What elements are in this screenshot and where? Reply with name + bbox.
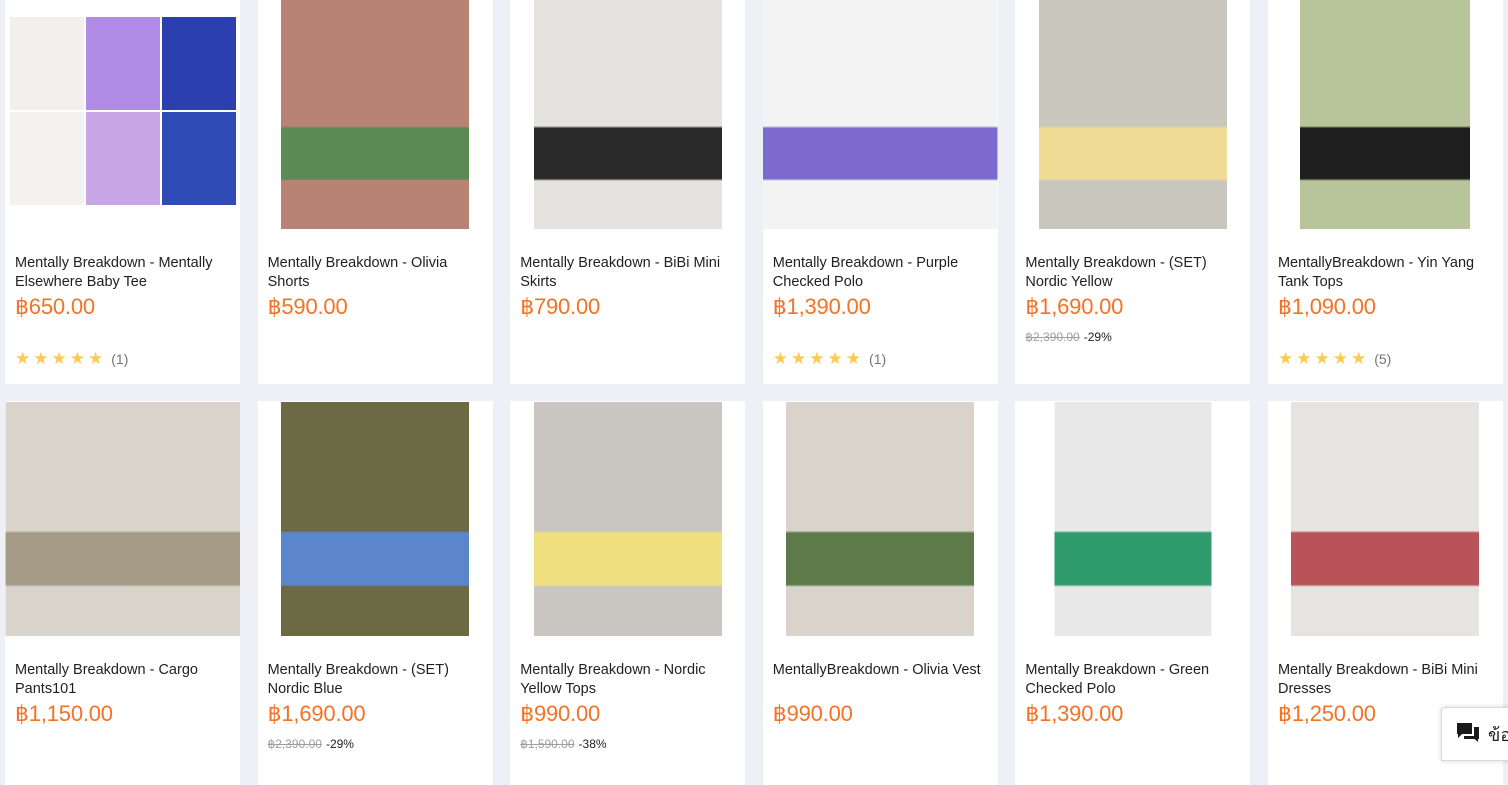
star-icon: ★ [1332,349,1348,368]
chat-bubbles-icon [1457,723,1479,742]
star-icon: ★ [1350,349,1367,368]
original-price: ฿1,590.00 [520,737,575,751]
product-title[interactable]: Mentally Breakdown - Cargo Pants101 [15,661,232,699]
product-image[interactable] [257,0,493,229]
product-price: ฿790.00 [520,294,601,319]
product-image[interactable] [762,0,998,229]
product-price: ฿1,690.00 [1025,294,1124,319]
review-count: (1) [111,351,129,367]
product-title[interactable]: MentallyBreakdown - Olivia Vest [773,661,990,680]
product-title[interactable]: MentallyBreakdown - Yin Yang Tank Tops [1278,254,1495,292]
star-icon: ★ [15,349,31,368]
original-price-row: ฿2,390.00 -29% [268,737,354,751]
original-price: ฿2,390.00 [1025,330,1080,344]
product-card[interactable]: Mentally Breakdown - Purple Checked Polo… [762,0,998,384]
product-card[interactable]: MentallyBreakdown - Yin Yang Tank Tops ฿1… [1267,0,1503,384]
product-image[interactable] [1267,402,1503,636]
product-card[interactable]: Mentally Breakdown - Green Checked Polo ฿… [1015,401,1251,785]
star-icon: ★ [69,349,85,368]
chat-label: ข้อ [1488,725,1508,745]
product-card[interactable]: Mentally Breakdown - (SET) Nordic Yellow… [1015,0,1251,384]
product-title[interactable]: Mentally Breakdown - Purple Checked Polo [773,254,990,292]
product-title[interactable]: Mentally Breakdown - Nordic Yellow Tops [520,661,737,699]
product-price: ฿1,150.00 [15,701,113,726]
product-price: ฿1,390.00 [772,294,871,319]
product-title[interactable]: Mentally Breakdown - Olivia Shorts [268,254,485,292]
product-title[interactable]: Mentally Breakdown - (SET) Nordic Blue [268,661,485,699]
original-price-row: ฿2,390.00 -29% [1025,330,1111,344]
product-price: ฿1,690.00 [267,701,366,726]
product-card[interactable]: Mentally Breakdown - Olivia Shorts ฿590.0… [257,0,493,384]
star-icon: ★ [809,349,825,368]
product-image[interactable] [510,0,746,229]
star-icon: ★ [88,349,104,368]
star-icon: ★ [51,349,67,368]
product-image[interactable] [5,402,240,636]
product-card[interactable]: Mentally Breakdown - Mentally Elsewhere … [5,0,240,384]
product-price: ฿1,250.00 [1277,701,1376,726]
product-card[interactable]: Mentally Breakdown - Nordic Yellow Tops ฿… [510,401,746,785]
original-price: ฿2,390.00 [267,737,322,751]
product-price: ฿590.00 [267,294,348,319]
review-count: (1) [869,351,887,367]
chat-widget[interactable]: ข้อ [1441,707,1508,761]
product-price: ฿1,090.00 [1277,294,1376,319]
product-price: ฿990.00 [772,701,853,726]
product-card[interactable]: Mentally Breakdown - BiBi Mini Skirts ฿79… [510,0,746,384]
product-image[interactable] [510,402,746,636]
star-icon: ★ [845,349,862,368]
star-icon: ★ [33,349,49,368]
star-icon: ★ [1314,349,1330,368]
product-title[interactable]: Mentally Breakdown - Mentally Elsewhere … [15,254,232,292]
discount-percent: -29% [325,737,354,751]
original-price-row: ฿1,590.00 -38% [520,737,606,751]
star-icon: ★ [791,349,807,368]
product-card[interactable]: MentallyBreakdown - Olivia Vest ฿990.00 [762,401,998,785]
product-title[interactable]: Mentally Breakdown - BiBi Mini Skirts [520,254,737,292]
product-image[interactable] [1015,0,1251,229]
product-image[interactable] [5,0,240,229]
product-image[interactable] [257,402,493,636]
product-image[interactable] [1015,402,1251,636]
product-price: ฿650.00 [15,294,95,319]
product-grid: Mentally Breakdown - Mentally Elsewhere … [5,0,1503,785]
product-title[interactable]: Mentally Breakdown - (SET) Nordic Yellow [1025,254,1242,292]
product-price: ฿1,390.00 [1025,701,1124,726]
star-icon: ★ [1277,349,1294,368]
product-title[interactable]: Mentally Breakdown - Green Checked Polo [1025,661,1242,699]
product-title[interactable]: Mentally Breakdown - BiBi Mini Dresses [1278,661,1495,699]
product-price: ฿990.00 [520,701,601,726]
star-icon: ★ [827,349,843,368]
product-image[interactable] [1267,0,1503,229]
discount-percent: -29% [1083,330,1112,344]
rating: ★ ★ ★ ★ ★ (1) [15,349,128,369]
rating: ★ ★ ★ ★ ★ (5) [1278,349,1391,369]
product-card[interactable]: Mentally Breakdown - Cargo Pants101 ฿1,15… [5,401,240,785]
star-icon: ★ [1296,349,1312,368]
rating: ★ ★ ★ ★ ★ (1) [773,349,886,369]
review-count: (5) [1374,351,1392,367]
discount-percent: -38% [578,737,607,751]
product-image[interactable] [762,402,998,636]
star-icon: ★ [772,349,789,368]
product-card[interactable]: Mentally Breakdown - (SET) Nordic Blue ฿1… [257,401,493,785]
